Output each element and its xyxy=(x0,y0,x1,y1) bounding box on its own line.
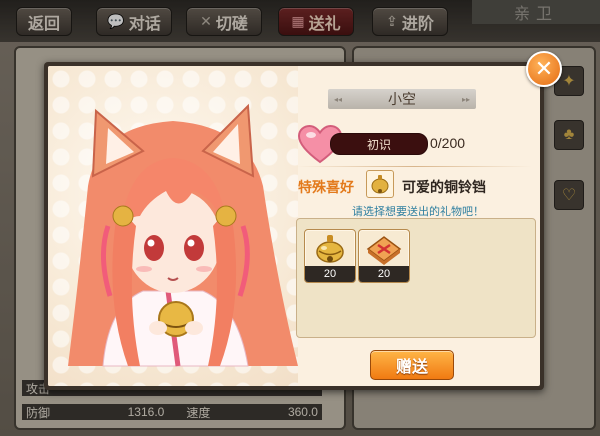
send-gift-button[interactable]: 赠送 xyxy=(370,350,454,380)
close-icon: ✕ xyxy=(534,56,554,81)
send-label: 赠送 xyxy=(395,359,428,376)
preference-bell-icon xyxy=(366,170,394,198)
gift-item-book[interactable]: 20 xyxy=(358,229,410,283)
gift-count: 20 xyxy=(305,266,355,282)
preference-label: 特殊喜好 xyxy=(298,179,354,195)
book-gift-icon xyxy=(359,230,409,266)
close-button[interactable]: ✕ xyxy=(526,51,562,87)
gift-count: 20 xyxy=(359,266,409,282)
character-name: 小空 xyxy=(328,89,476,109)
character-portrait xyxy=(48,66,298,386)
favor-progress-bar: 初识 xyxy=(330,133,428,155)
favor-level: 初识 xyxy=(366,137,391,152)
bell-gift-icon xyxy=(305,230,355,266)
bell-icon xyxy=(371,175,389,194)
divider xyxy=(296,166,532,167)
preference-item: 可爱的铜铃铛 xyxy=(402,179,486,195)
character-illustration xyxy=(68,103,298,367)
hint-text: 请选择想要送出的礼物吧！ xyxy=(352,206,484,218)
favor-value: 0/200 xyxy=(430,135,466,151)
gift-item-bell[interactable]: 20 xyxy=(304,229,356,283)
